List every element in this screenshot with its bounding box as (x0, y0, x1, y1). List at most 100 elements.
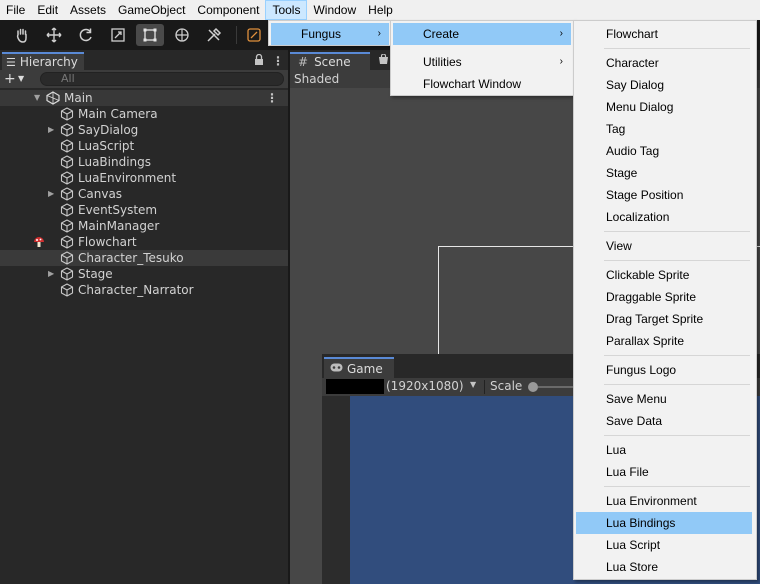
lock-icon[interactable] (254, 53, 264, 68)
gameobject-cube-icon (60, 171, 74, 185)
menu-item-label: Lua Bindings (606, 516, 676, 530)
menu-tools[interactable]: Tools (265, 0, 308, 20)
gameobject-cube-icon (60, 155, 74, 169)
menu-assets[interactable]: Assets (64, 0, 112, 20)
scale-slider-track[interactable] (538, 386, 578, 388)
hierarchy-item[interactable]: LuaScript (0, 138, 288, 154)
menu-item-stage-position[interactable]: Stage Position (576, 184, 752, 206)
hierarchy-item[interactable]: MainManager (0, 218, 288, 234)
menu-edit[interactable]: Edit (31, 0, 64, 20)
menu-item-label: Stage (606, 166, 638, 180)
move-tool-icon[interactable] (40, 24, 68, 46)
menu-item-flowchart-window[interactable]: Flowchart Window (393, 73, 571, 95)
hierarchy-item[interactable]: ▶ Stage (0, 266, 288, 282)
menu-help[interactable]: Help (362, 0, 399, 20)
hierarchy-item[interactable]: Character_Tesuko (0, 250, 288, 266)
scale-tool-icon[interactable] (104, 24, 132, 46)
menu-item-say-dialog[interactable]: Say Dialog (576, 74, 752, 96)
menu-item-save-menu[interactable]: Save Menu (576, 388, 752, 410)
menu-item-stage[interactable]: Stage (576, 162, 752, 184)
chevron-right-icon[interactable]: ▶ (48, 266, 54, 282)
menu-item-audio-tag[interactable]: Audio Tag (576, 140, 752, 162)
menu-item-tag[interactable]: Tag (576, 118, 752, 140)
display-selector[interactable] (326, 379, 384, 394)
hierarchy-item-label: Main Camera (78, 107, 158, 121)
gamepad-icon (330, 362, 343, 375)
kebab-menu-icon[interactable]: ⋮ (266, 90, 278, 106)
menu-item-flowchart[interactable]: Flowchart (576, 23, 752, 45)
menu-item-draggable-sprite[interactable]: Draggable Sprite (576, 286, 752, 308)
chevron-down-icon[interactable]: ▼ (18, 71, 24, 87)
menu-item-lua-environment[interactable]: Lua Environment (576, 490, 752, 512)
menu-item-view[interactable]: View (576, 235, 752, 257)
menu-item-lua-script[interactable]: Lua Script (576, 534, 752, 556)
shading-mode-dropdown[interactable]: Shaded (294, 72, 339, 86)
hierarchy-item-label: Flowchart (78, 235, 137, 249)
chevron-down-icon[interactable]: ▼ (470, 380, 476, 389)
menu-item-menu-dialog[interactable]: Menu Dialog (576, 96, 752, 118)
gameobject-cube-icon (60, 251, 74, 265)
menu-item-label: Flowchart (606, 27, 659, 41)
chevron-right-icon: › (559, 56, 563, 67)
chevron-down-icon[interactable]: ▼ (34, 90, 40, 106)
custom-tools-icon[interactable] (200, 24, 228, 46)
menu-item-clickable-sprite[interactable]: Clickable Sprite (576, 264, 752, 286)
menu-item-localization[interactable]: Localization (576, 206, 752, 228)
gameobject-cube-icon (60, 139, 74, 153)
menu-item-create[interactable]: Create › (393, 23, 571, 45)
menu-item-parallax-sprite[interactable]: Parallax Sprite (576, 330, 752, 352)
hand-tool-icon[interactable] (8, 24, 36, 46)
menu-item-lua[interactable]: Lua (576, 439, 752, 461)
chevron-right-icon[interactable]: ▶ (48, 186, 54, 202)
menu-item-drag-target-sprite[interactable]: Drag Target Sprite (576, 308, 752, 330)
hierarchy-item-label: LuaEnvironment (78, 171, 177, 185)
tab-scene[interactable]: # Scene (290, 52, 370, 70)
menu-item-lua-bindings[interactable]: Lua Bindings (576, 512, 752, 534)
menu-item-label: Parallax Sprite (606, 334, 685, 348)
menu-item-utilities[interactable]: Utilities › (393, 51, 571, 73)
hierarchy-item[interactable]: LuaEnvironment (0, 170, 288, 186)
transform-tool-icon[interactable] (168, 24, 196, 46)
hierarchy-item[interactable]: ▶ SayDialog (0, 122, 288, 138)
menu-item-lua-file[interactable]: Lua File (576, 461, 752, 483)
hierarchy-item[interactable]: Main Camera (0, 106, 288, 122)
menu-item-fungus[interactable]: Fungus › (271, 23, 389, 45)
menu-item-save-data[interactable]: Save Data (576, 410, 752, 432)
hierarchy-search-input[interactable]: All (40, 72, 284, 86)
asset-store-icon[interactable] (378, 53, 389, 68)
tab-game[interactable]: Game (324, 357, 394, 378)
add-icon[interactable]: + (4, 71, 16, 87)
hierarchy-item[interactable]: LuaBindings (0, 154, 288, 170)
chevron-right-icon[interactable]: ▶ (48, 122, 54, 138)
grid-icon: # (298, 55, 309, 69)
rect-tool-icon[interactable] (136, 24, 164, 46)
menu-item-fungus-logo[interactable]: Fungus Logo (576, 359, 752, 381)
tab-hierarchy[interactable]: ☰ Hierarchy (2, 52, 84, 70)
menu-item-label: Drag Target Sprite (606, 312, 704, 326)
menu-gameobject[interactable]: GameObject (112, 0, 191, 20)
gameobject-cube-icon (60, 267, 74, 281)
menu-file[interactable]: File (0, 0, 31, 20)
hierarchy-item[interactable]: ▶ Canvas (0, 186, 288, 202)
gameobject-cube-icon (60, 123, 74, 137)
gameobject-cube-icon (60, 187, 74, 201)
pivot-toggle-icon[interactable] (242, 24, 266, 46)
scale-slider-handle[interactable] (528, 382, 538, 392)
rotate-tool-icon[interactable] (72, 24, 100, 46)
kebab-menu-icon[interactable]: ⋮ (272, 54, 284, 68)
resolution-dropdown[interactable]: (1920x1080) (386, 379, 464, 393)
hierarchy-item[interactable]: Flowchart (0, 234, 288, 250)
menu-item-label: Save Data (606, 414, 663, 428)
menu-component[interactable]: Component (191, 0, 265, 20)
menu-item-character[interactable]: Character (576, 52, 752, 74)
hierarchy-item[interactable]: Character_Narrator (0, 282, 288, 298)
tools-menu: Fungus › (268, 20, 392, 46)
hierarchy-item[interactable]: EventSystem (0, 202, 288, 218)
menu-item-lua-store[interactable]: Lua Store (576, 556, 752, 578)
hierarchy-item-label: Stage (78, 267, 113, 281)
menu-item-label: Lua File (606, 465, 649, 479)
hierarchy-root-label: Main (64, 91, 93, 105)
menu-window[interactable]: Window (307, 0, 362, 20)
tab-scene-label: Scene (314, 55, 351, 69)
hierarchy-root-main[interactable]: ▼ Main ⋮ (0, 90, 288, 106)
